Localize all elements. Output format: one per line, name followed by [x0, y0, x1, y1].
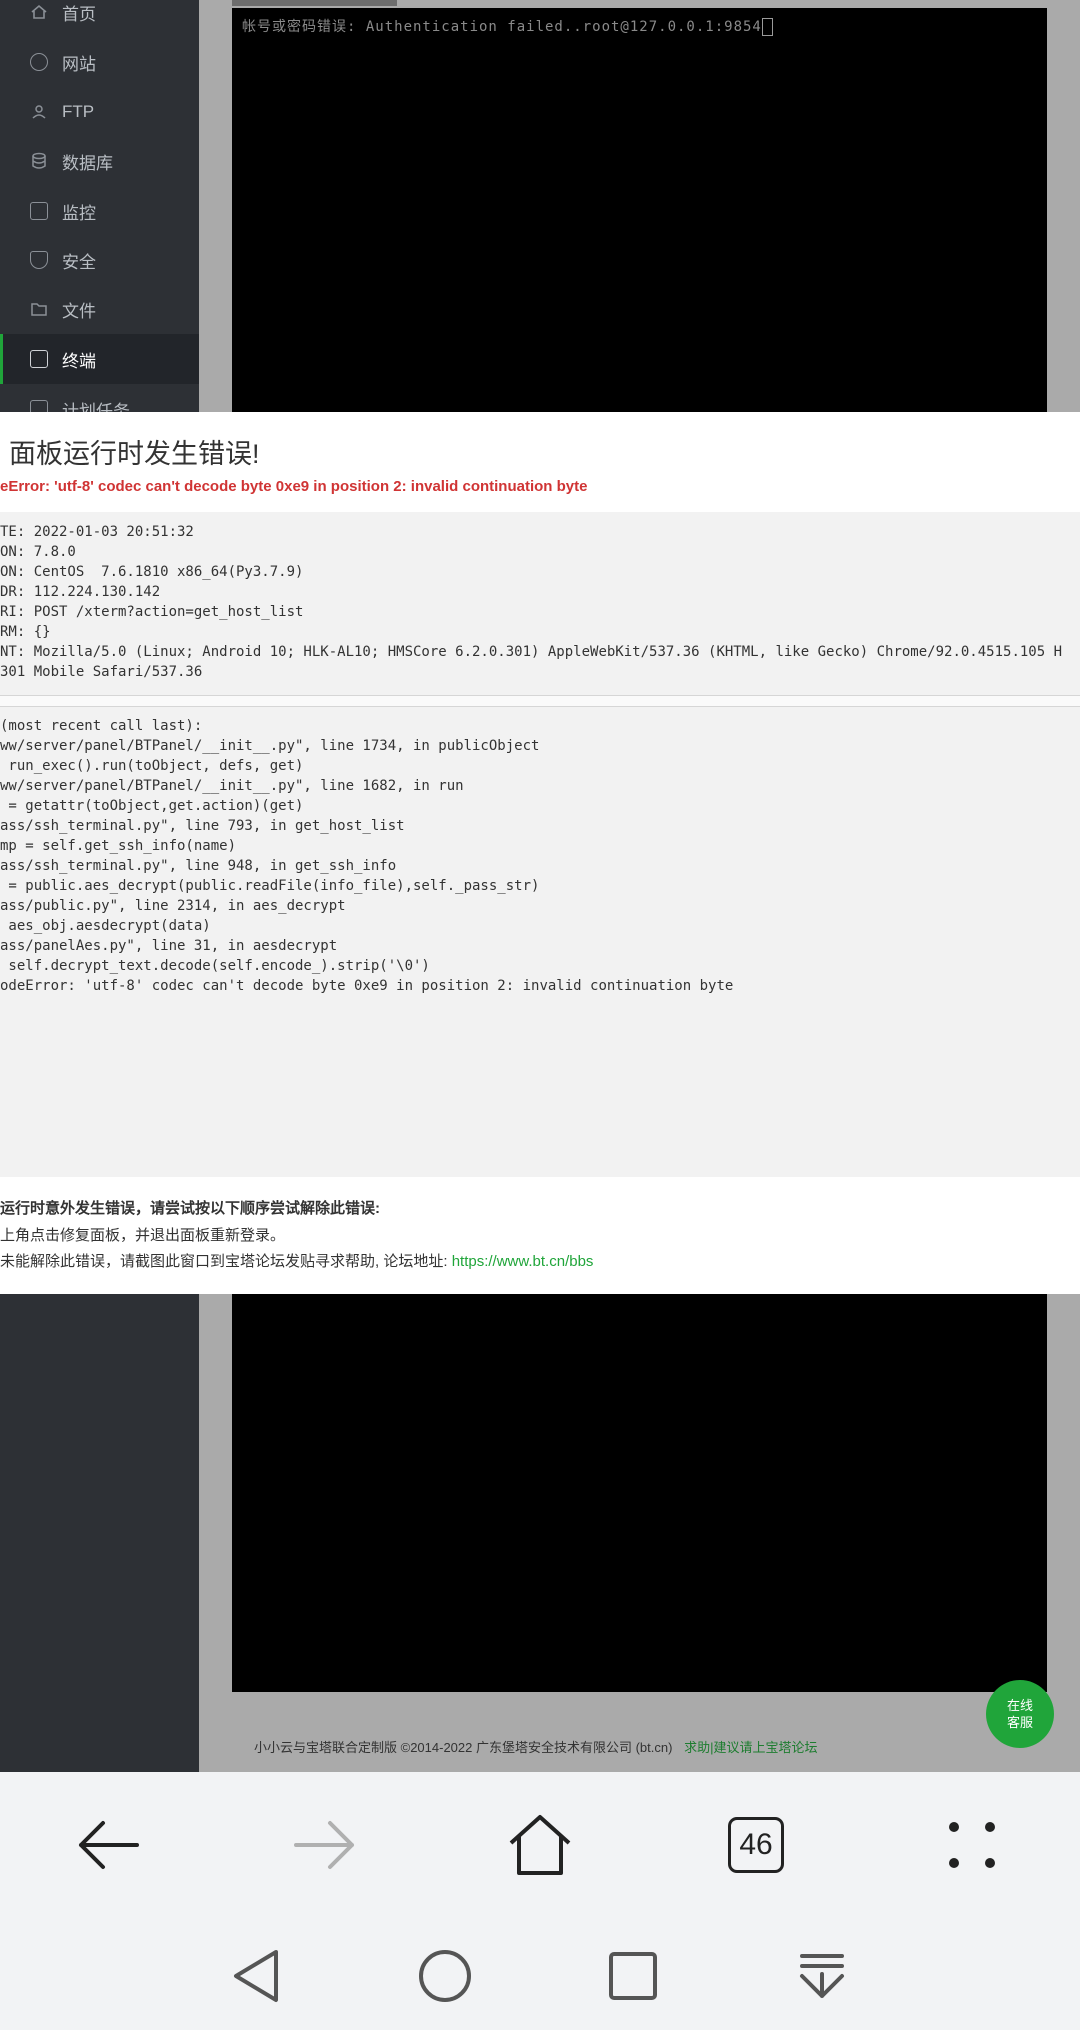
database-icon — [30, 152, 48, 170]
globe-icon — [30, 53, 48, 71]
home-icon — [30, 3, 48, 21]
traceback-text: (most recent call last): ww/server/panel… — [0, 718, 734, 994]
terminal-cursor — [761, 18, 773, 36]
system-back-button[interactable] — [216, 1936, 296, 2016]
terminal-screen[interactable]: 帐号或密码错误: Authentication failed..root@127… — [232, 8, 1047, 414]
help-step-1: 上角点击修复面板，并退出面板重新登录。 — [0, 1227, 286, 1244]
sidebar-item-files[interactable]: 文件 — [0, 284, 199, 334]
dialog-error-message: eError: 'utf-8' codec can't decode byte … — [0, 478, 588, 495]
forward-button[interactable] — [280, 1800, 370, 1890]
grid-dots-icon — [949, 1822, 995, 1868]
system-recents-button[interactable] — [593, 1936, 673, 2016]
sidebar-item-label: 监控 — [62, 203, 96, 223]
sidebar-item-label: 安全 — [62, 252, 96, 272]
divider — [0, 695, 1080, 707]
system-navigation-bar — [0, 1918, 1080, 2030]
system-home-button[interactable] — [405, 1936, 485, 2016]
terminal-icon — [30, 350, 48, 368]
sidebar-item-ftp[interactable]: FTP — [0, 87, 199, 137]
page-footer: 小小云与宝塔联合定制版 ©2014-2022 广东堡塔安全技术有限公司 (bt.… — [254, 1737, 817, 1756]
sidebar-item-label: 文件 — [62, 301, 96, 321]
help-step-2: 未能解除此错误，请截图此窗口到宝塔论坛发贴寻求帮助, 论坛地址: https:/… — [0, 1250, 593, 1271]
sidebar-item-website[interactable]: 网站 — [0, 37, 199, 87]
sidebar-item-label: 网站 — [62, 54, 96, 74]
sidebar-item-label: 终端 — [62, 351, 96, 371]
arrow-left-icon — [79, 1821, 139, 1869]
terminal-output: 帐号或密码错误: Authentication failed..root@127… — [242, 19, 762, 35]
terminal-screen-lower[interactable] — [232, 1294, 1047, 1692]
tab-count: 46 — [728, 1817, 784, 1873]
folder-icon — [30, 300, 48, 318]
sidebar-item-terminal[interactable]: 终端 — [0, 334, 202, 384]
triangle-back-icon — [234, 1950, 278, 2002]
back-button[interactable] — [63, 1800, 153, 1890]
online-support-button[interactable]: 在线 客服 — [986, 1680, 1054, 1748]
circle-home-icon — [419, 1950, 471, 2002]
footer-copyright: 小小云与宝塔联合定制版 ©2014-2022 广东堡塔安全技术有限公司 (bt.… — [254, 1740, 673, 1755]
pull-down-icon — [800, 1954, 844, 1998]
square-recents-icon — [609, 1952, 657, 2000]
help-step-2-text: 未能解除此错误，请截图此窗口到宝塔论坛发贴寻求帮助, 论坛地址: — [0, 1253, 452, 1270]
chat-label-line2: 客服 — [1006, 1715, 1033, 1730]
house-icon — [509, 1815, 571, 1875]
request-info-text: TE: 2022-01-03 20:51:32 ON: 7.8.0 ON: Ce… — [0, 524, 1063, 680]
help-title: 运行时意外发生错误，请尝试按以下顺序尝试解除此错误: — [0, 1200, 380, 1217]
home-button[interactable] — [495, 1800, 585, 1890]
sidebar-item-database[interactable]: 数据库 — [0, 136, 199, 186]
shield-icon — [30, 251, 48, 269]
terminal-tab-bar — [232, 0, 397, 6]
sidebar-item-label: 数据库 — [62, 153, 113, 173]
browser-toolbar: 46 — [0, 1772, 1080, 1918]
system-notification-button[interactable] — [782, 1936, 862, 2016]
sidebar-item-monitor[interactable]: 监控 — [0, 186, 199, 236]
arrow-right-icon — [294, 1821, 354, 1869]
tabs-button[interactable]: 46 — [711, 1800, 801, 1890]
request-info-box: TE: 2022-01-03 20:51:32 ON: 7.8.0 ON: Ce… — [0, 512, 1080, 698]
sidebar-item-label: FTP — [62, 102, 95, 121]
chat-label-line1: 在线 — [1006, 1698, 1033, 1713]
footer-forum-link[interactable]: 求助|建议请上宝塔论坛 — [684, 1740, 817, 1755]
dialog-title: 面板运行时发生错误! — [9, 439, 260, 469]
traceback-box: (most recent call last): ww/server/panel… — [0, 707, 1080, 1177]
sidebar-item-label: 首页 — [62, 4, 96, 24]
sidebar-item-home[interactable]: 首页 — [0, 0, 199, 37]
monitor-icon — [30, 202, 48, 220]
forum-link[interactable]: https://www.bt.cn/bbs — [452, 1253, 594, 1270]
menu-button[interactable] — [927, 1800, 1017, 1890]
ftp-icon — [30, 103, 48, 121]
sidebar-item-security[interactable]: 安全 — [0, 235, 199, 285]
error-dialog: 面板运行时发生错误! eError: 'utf-8' codec can't d… — [0, 412, 1080, 1294]
